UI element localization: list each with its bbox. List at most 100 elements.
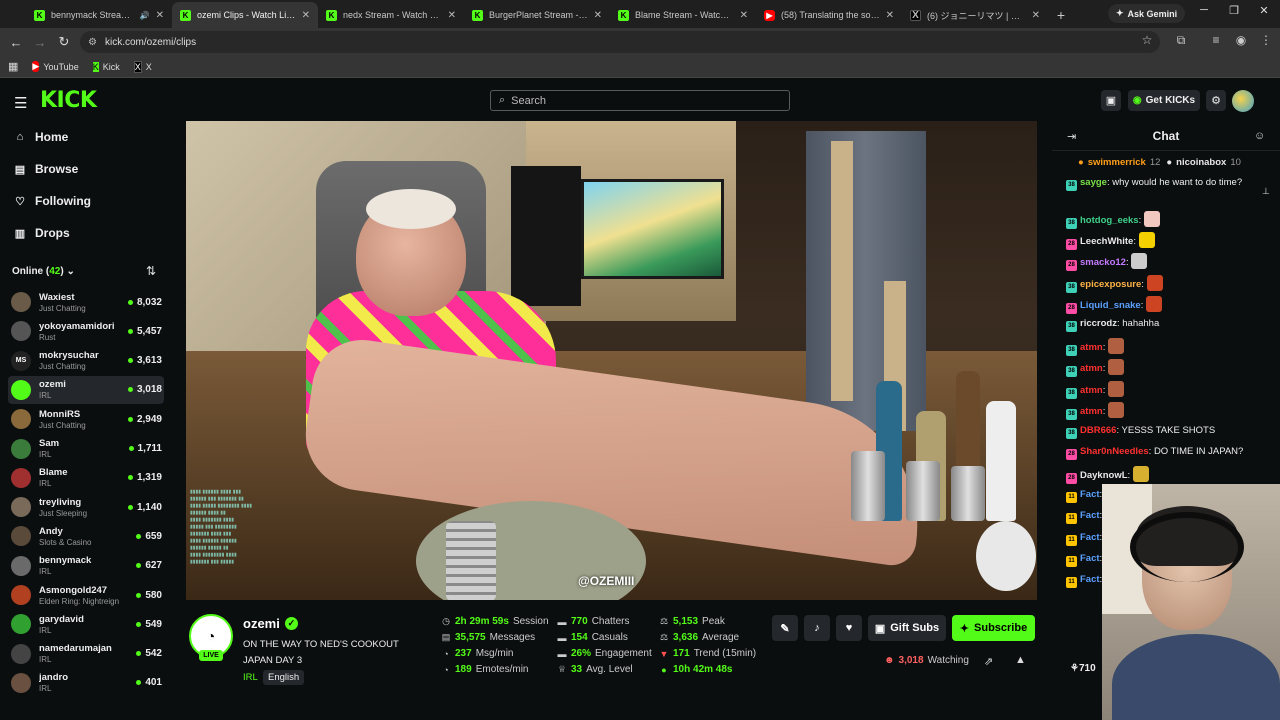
layout-icon[interactable]: ▣ <box>1101 90 1121 111</box>
language-tag[interactable]: English <box>263 670 305 685</box>
bookmark-item[interactable]: K Kick <box>92 61 120 73</box>
chat-message[interactable]: 28 Liquid_snake: <box>1066 296 1251 314</box>
close-tab-icon[interactable]: ✕ <box>886 10 894 21</box>
followed-channel-item[interactable]: Andy Slots & Casino 659 <box>8 522 164 550</box>
followed-channel-item[interactable]: bennymack IRL 627 <box>8 552 164 580</box>
close-tab-icon[interactable]: ✕ <box>1032 10 1040 21</box>
followed-channel-item[interactable]: yokoyamamidori Rust 5,457 <box>8 317 164 345</box>
leaderboard-entry[interactable]: ● swimmerrick 12 <box>1078 157 1160 168</box>
forward-icon[interactable]: → <box>28 30 52 54</box>
pin-icon[interactable]: ✎ <box>772 615 798 641</box>
followed-channel-item[interactable]: Asmongold247 Elden Ring: Nightreign 580 <box>8 581 164 609</box>
chat-message[interactable]: 38 DBR666: YESSS TAKE SHOTS <box>1066 424 1251 439</box>
chat-username[interactable]: Fact <box>1080 532 1100 543</box>
kick-logo[interactable]: KICK <box>40 88 97 113</box>
chat-message[interactable]: 28 Shar0nNeedles: DO TIME IN JAPAN? <box>1066 445 1251 460</box>
close-tab-icon[interactable]: ✕ <box>302 10 310 21</box>
user-avatar[interactable] <box>1232 90 1254 112</box>
chat-username[interactable]: LeechWhite <box>1080 236 1133 247</box>
browser-tab[interactable]: Knedx Stream - Watch Live o ✕ <box>318 2 464 28</box>
collapse-chat-icon[interactable]: ⇥ <box>1067 130 1076 143</box>
sidebar-nav-drops[interactable]: ▥ Drops <box>14 226 70 240</box>
sidebar-nav-browse[interactable]: ▤ Browse <box>14 162 79 176</box>
chat-username[interactable]: smacko12 <box>1080 257 1126 268</box>
chat-message[interactable]: 28 DayknowL: <box>1066 466 1251 484</box>
online-header[interactable]: Online (42) ⌄ <box>12 266 75 277</box>
sort-icon[interactable]: ⇅ <box>146 264 156 278</box>
followed-channel-item[interactable]: ozemi IRL 3,018 <box>8 375 164 404</box>
chat-message[interactable]: 38 epicexposure: <box>1066 275 1251 293</box>
bookmark-item[interactable]: ▶ YouTube <box>32 61 79 73</box>
followed-channel-item[interactable]: namedarumajan IRL 542 <box>8 640 164 668</box>
bookmark-item[interactable]: XX <box>133 60 152 73</box>
chat-message[interactable]: 38 atmn: <box>1066 338 1251 356</box>
followed-channel-item[interactable]: MonniRS Just Chatting 2,949 <box>8 405 164 433</box>
extensions-icon[interactable]: ⧉ <box>1173 33 1189 48</box>
followed-channel-item[interactable]: MS mokrysuchar Just Chatting 3,613 <box>8 347 164 375</box>
close-tab-icon[interactable]: ✕ <box>740 10 748 21</box>
chat-username[interactable]: Shar0nNeedles <box>1080 446 1149 457</box>
apps-grid-icon[interactable]: ▦ <box>8 60 18 73</box>
followed-channel-item[interactable]: Blame IRL 1,319 <box>8 464 164 492</box>
chat-username[interactable]: atmn <box>1080 363 1103 374</box>
profile-icon[interactable]: ◉ <box>1233 33 1249 47</box>
chat-message[interactable]: 38 hotdog_eeks: <box>1066 211 1251 229</box>
settings-gear-icon[interactable]: ⚙ <box>1206 90 1226 111</box>
channel-name[interactable]: ozemi ✓ <box>243 616 298 631</box>
search-input[interactable]: ⌕ Search <box>490 90 790 111</box>
browser-tab[interactable]: ▶ (58) Translating the song's r ✕ <box>756 2 902 28</box>
chat-username[interactable]: Liquid_snake <box>1080 300 1141 311</box>
ask-gemini-button[interactable]: ✦ Ask Gemini <box>1108 4 1186 23</box>
followed-channel-item[interactable]: Waxiest Just Chatting 8,032 <box>8 288 164 316</box>
browser-tab[interactable]: Kbennymack Stream - W 🔊 ✕ <box>26 2 172 28</box>
chat-message[interactable]: 38 sayge: why would he want to do time? <box>1066 176 1251 191</box>
chat-username[interactable]: DayknowL <box>1080 470 1128 481</box>
chat-message[interactable]: 28 smacko12: <box>1066 253 1251 271</box>
bell-icon[interactable]: ♪ <box>804 615 830 641</box>
back-icon[interactable]: ← <box>4 30 28 54</box>
browser-tab[interactable]: Kozemi Clips - Watch Live on ✕ <box>172 2 318 28</box>
close-tab-icon[interactable]: ✕ <box>594 10 602 21</box>
chat-message[interactable]: 38 atmn: <box>1066 381 1251 399</box>
chat-username[interactable]: atmn <box>1080 342 1103 353</box>
followed-channel-item[interactable]: Sam IRL 1,711 <box>8 435 164 463</box>
chat-message[interactable]: 38 riccrodz: hahahha <box>1066 317 1251 332</box>
chat-username[interactable]: Fact <box>1080 553 1100 564</box>
chat-username[interactable]: epicexposure <box>1080 279 1141 290</box>
category-link[interactable]: IRL <box>243 672 258 683</box>
minimize-icon[interactable]: ─ <box>1194 4 1214 16</box>
url-field[interactable]: ⚙ kick.com/ozemi/clips <box>80 31 1160 53</box>
sidebar-nav-home[interactable]: ⌂ Home <box>14 130 69 144</box>
gift-subs-button[interactable]: ▣ Gift Subs <box>868 615 946 641</box>
followed-channel-item[interactable]: treyliving Just Sleeping 1,140 <box>8 493 164 521</box>
chat-username[interactable]: Fact <box>1080 489 1100 500</box>
close-tab-icon[interactable]: ✕ <box>156 10 164 21</box>
site-info-icon[interactable]: ⚙ <box>88 37 97 48</box>
sidebar-nav-following[interactable]: ♡ Following <box>14 194 91 208</box>
close-tab-icon[interactable]: ✕ <box>448 10 456 21</box>
audio-playing-icon[interactable]: 🔊 <box>140 11 150 20</box>
followed-channel-item[interactable]: jandro IRL 401 <box>8 669 164 697</box>
chat-username[interactable]: DBR666 <box>1080 425 1116 436</box>
report-warning-icon[interactable]: ▲ <box>1015 654 1026 666</box>
video-player[interactable]: ▮▮▮▮ ▮▮▮▮▮▮ ▮▮▮▮ ▮▮▮ ▮▮▮▮▮▮ ▮▮▮ ▮▮▮▮▮▮▮ ▮… <box>186 121 1037 600</box>
menu-dots-icon[interactable]: ⋮ <box>1258 33 1274 47</box>
followed-channel-item[interactable]: garydavid IRL 549 <box>8 610 164 638</box>
follow-heart-icon[interactable]: ♥ <box>836 615 862 641</box>
subscribe-button[interactable]: ✦ Subscribe <box>952 615 1035 641</box>
chat-users-icon[interactable]: ☺ <box>1254 130 1265 142</box>
browser-tab[interactable]: X (6) ジョニーリマツ | 遊器外国人 ✕ <box>902 2 1048 28</box>
reload-icon[interactable]: ↻ <box>52 30 76 54</box>
chat-username[interactable]: atmn <box>1080 385 1103 396</box>
leaderboard-entry[interactable]: ● nicoinabox 10 <box>1166 157 1240 168</box>
share-icon[interactable]: ⇗ <box>984 655 993 668</box>
chat-username[interactable]: Fact <box>1080 510 1100 521</box>
maximize-icon[interactable]: ❐ <box>1224 4 1244 17</box>
chat-username[interactable]: hotdog_eeks <box>1080 215 1139 226</box>
browser-tab[interactable]: K BurgerPlanet Stream - Watc ✕ <box>464 2 610 28</box>
bookmark-star-icon[interactable]: ☆ <box>1139 33 1155 47</box>
chat-message[interactable]: 38 atmn: <box>1066 359 1251 377</box>
chat-username[interactable]: atmn <box>1080 406 1103 417</box>
close-window-icon[interactable]: ✕ <box>1254 4 1274 17</box>
chat-username[interactable]: riccrodz <box>1080 318 1117 329</box>
